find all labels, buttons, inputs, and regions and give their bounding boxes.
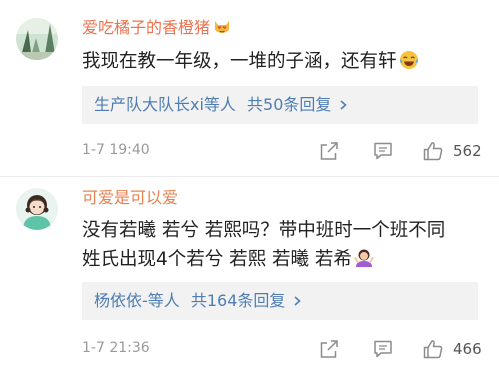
divider	[0, 176, 499, 177]
comment-meta: 1-7 21:36 466	[82, 338, 482, 362]
comment-icon[interactable]	[372, 140, 394, 162]
reply-users: 杨依依-等人	[94, 291, 180, 310]
share-icon[interactable]	[318, 140, 340, 162]
heart-eyes-cat-icon	[215, 21, 230, 33]
comment-line: 我现在教一年级，一堆的子涵，还有轩	[82, 47, 419, 76]
comment-icon[interactable]	[372, 338, 394, 360]
like-count: 466	[453, 340, 482, 358]
username[interactable]: 可爱是可以爱	[82, 188, 178, 208]
timestamp: 1-7 21:36	[82, 340, 150, 356]
avatar-image	[16, 18, 58, 60]
timestamp: 1-7 19:40	[82, 142, 150, 158]
comment-line: 没有若曦 若兮 若熙吗？带中班时一个班不同	[82, 220, 446, 241]
person-shrugging-icon	[353, 249, 374, 267]
chevron-right-icon	[340, 100, 348, 110]
username[interactable]: 爱吃橘子的香橙猪	[82, 18, 231, 38]
replies-link[interactable]: 杨依依-等人 共164条回复	[82, 282, 478, 320]
comment-item: 可爱是可以爱 没有若曦 若兮 若熙吗？带中班时一个班不同 姓氏出现4个若兮 若熙…	[0, 178, 499, 366]
comment-item: 爱吃橘子的香橙猪 我现在教一年级，一堆的子涵，还有轩 生产队大队长xi等人 共5…	[0, 0, 499, 178]
reply-users: 生产队大队长xi等人	[94, 95, 236, 114]
thumbs-up-icon[interactable]	[422, 140, 444, 162]
avatar[interactable]	[16, 18, 58, 60]
avatar[interactable]	[16, 188, 58, 230]
chevron-right-icon	[294, 296, 302, 306]
comment-text: 没有若曦 若兮 若熙吗？带中班时一个班不同 姓氏出现4个若兮 若熙 若曦 若希	[82, 216, 445, 274]
tears-of-joy-icon	[399, 51, 418, 69]
username-text: 爱吃橘子的香橙猪	[82, 18, 211, 37]
comment-meta: 1-7 19:40 562	[82, 140, 482, 164]
comment-text: 我现在教一年级，一堆的子涵，还有轩	[82, 47, 419, 76]
thumbs-up-icon[interactable]	[422, 338, 444, 360]
avatar-image	[16, 188, 58, 230]
comment-line: 姓氏出现4个若兮 若熙 若曦 若希	[82, 245, 445, 274]
reply-count: 共50条回复	[247, 95, 332, 114]
reply-count: 共164条回复	[190, 291, 286, 310]
share-icon[interactable]	[318, 338, 340, 360]
replies-link[interactable]: 生产队大队长xi等人 共50条回复	[82, 86, 478, 124]
like-count: 562	[453, 142, 482, 160]
